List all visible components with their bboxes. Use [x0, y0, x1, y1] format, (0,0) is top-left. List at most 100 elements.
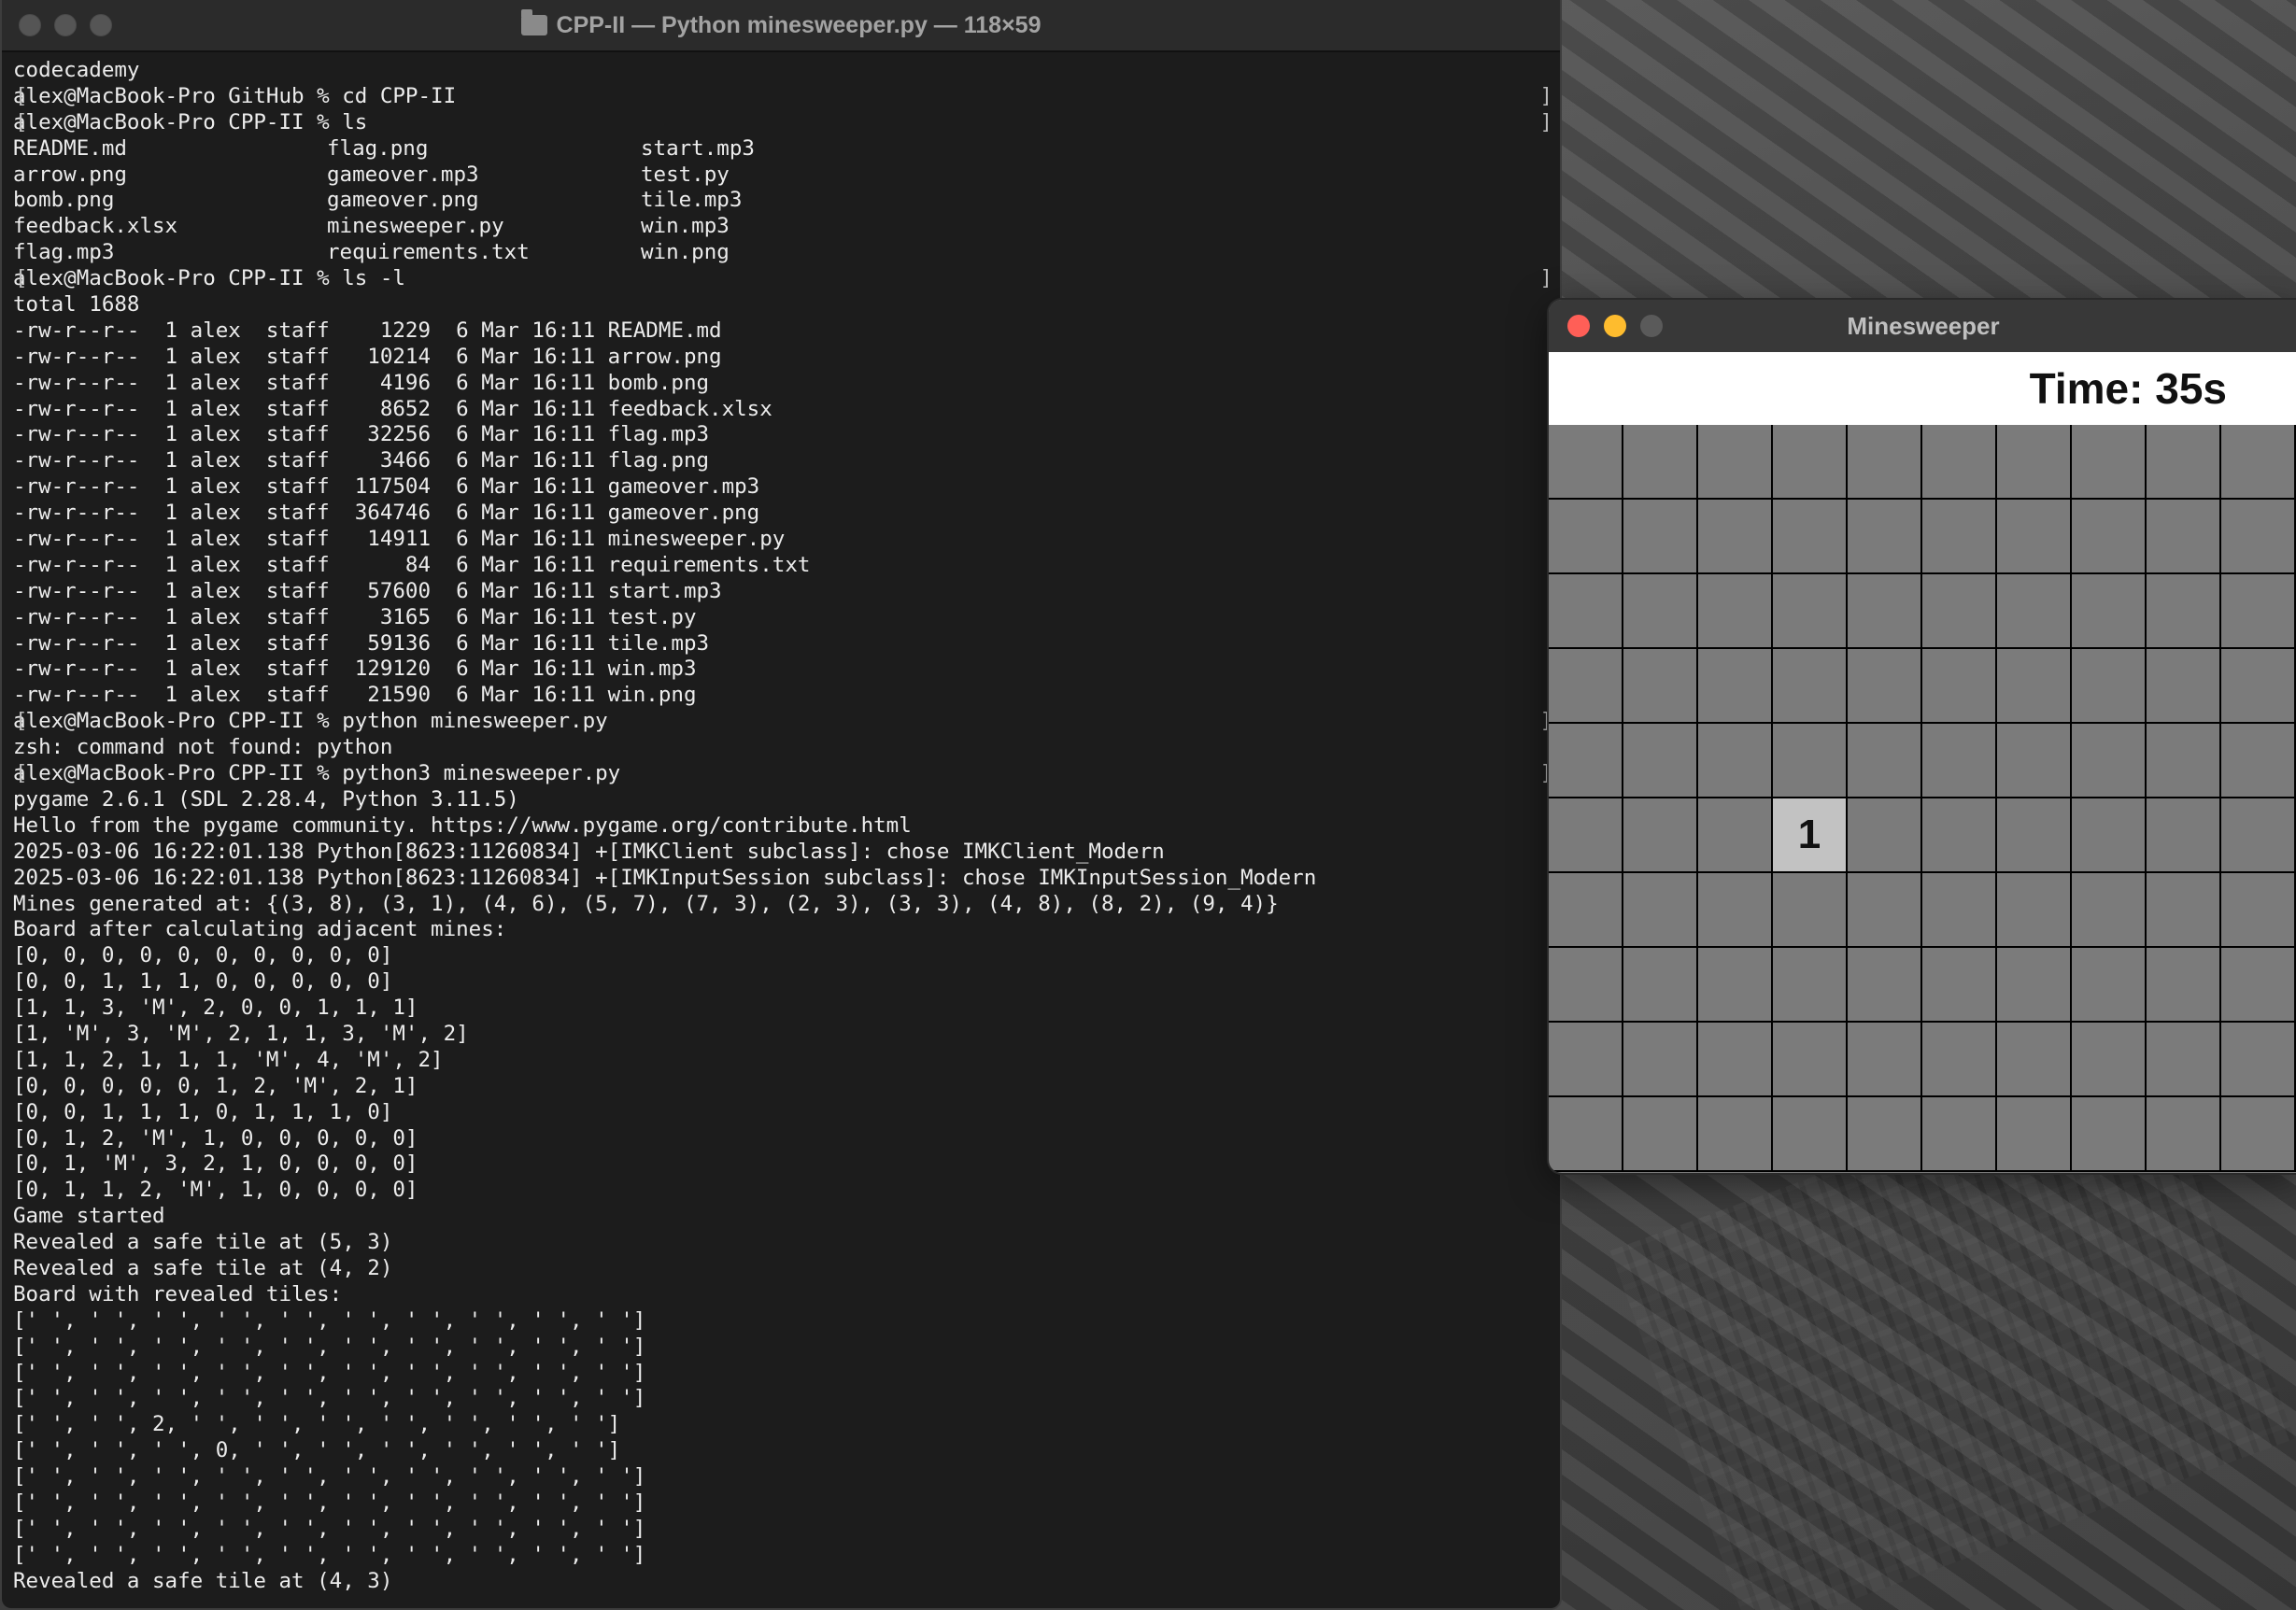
- hidden-tile[interactable]: [2072, 948, 2147, 1023]
- hidden-tile[interactable]: [1623, 873, 1698, 948]
- hidden-tile[interactable]: [1773, 574, 1848, 649]
- hidden-tile[interactable]: [1773, 948, 1848, 1023]
- hidden-tile[interactable]: [2147, 1023, 2221, 1097]
- hidden-tile[interactable]: [1623, 500, 1698, 574]
- hidden-tile[interactable]: [1848, 649, 1922, 724]
- hidden-tile[interactable]: [1549, 500, 1623, 574]
- hidden-tile[interactable]: [1997, 500, 2072, 574]
- hidden-tile[interactable]: [1698, 500, 1773, 574]
- hidden-tile[interactable]: [1848, 500, 1922, 574]
- hidden-tile[interactable]: [2221, 425, 2296, 500]
- hidden-tile[interactable]: [2147, 1097, 2221, 1172]
- hidden-tile[interactable]: [2072, 1097, 2147, 1172]
- hidden-tile[interactable]: [1848, 1097, 1922, 1172]
- hidden-tile[interactable]: [2221, 873, 2296, 948]
- hidden-tile[interactable]: [1549, 1097, 1623, 1172]
- hidden-tile[interactable]: [1997, 873, 2072, 948]
- hidden-tile[interactable]: [1922, 574, 1997, 649]
- hidden-tile[interactable]: [2221, 948, 2296, 1023]
- hidden-tile[interactable]: [1997, 798, 2072, 873]
- hidden-tile[interactable]: [1922, 500, 1997, 574]
- hidden-tile[interactable]: [1997, 1023, 2072, 1097]
- hidden-tile[interactable]: [1623, 574, 1698, 649]
- hidden-tile[interactable]: [1773, 649, 1848, 724]
- hidden-tile[interactable]: [2147, 425, 2221, 500]
- hidden-tile[interactable]: [2147, 649, 2221, 724]
- hidden-tile[interactable]: [2221, 724, 2296, 798]
- hidden-tile[interactable]: [1922, 425, 1997, 500]
- hidden-tile[interactable]: [2147, 948, 2221, 1023]
- hidden-tile[interactable]: [1848, 425, 1922, 500]
- hidden-tile[interactable]: [1698, 948, 1773, 1023]
- hidden-tile[interactable]: [2221, 798, 2296, 873]
- hidden-tile[interactable]: [1773, 1097, 1848, 1172]
- hidden-tile[interactable]: [1848, 724, 1922, 798]
- hidden-tile[interactable]: [1623, 425, 1698, 500]
- minesweeper-titlebar[interactable]: Minesweeper: [1549, 300, 2296, 352]
- hidden-tile[interactable]: [1623, 649, 1698, 724]
- hidden-tile[interactable]: [2221, 1097, 2296, 1172]
- hidden-tile[interactable]: [2147, 574, 2221, 649]
- hidden-tile[interactable]: [1549, 873, 1623, 948]
- hidden-tile[interactable]: [1997, 649, 2072, 724]
- hidden-tile[interactable]: [1623, 798, 1698, 873]
- hidden-tile[interactable]: [2221, 649, 2296, 724]
- hidden-tile[interactable]: [1922, 948, 1997, 1023]
- hidden-tile[interactable]: [1623, 1097, 1698, 1172]
- hidden-tile[interactable]: [1773, 724, 1848, 798]
- zoom-button[interactable]: [1640, 315, 1663, 337]
- hidden-tile[interactable]: [1922, 649, 1997, 724]
- hidden-tile[interactable]: [1997, 724, 2072, 798]
- hidden-tile[interactable]: [2072, 649, 2147, 724]
- hidden-tile[interactable]: [1922, 724, 1997, 798]
- hidden-tile[interactable]: [2147, 724, 2221, 798]
- zoom-button[interactable]: [90, 14, 112, 36]
- hidden-tile[interactable]: [1698, 649, 1773, 724]
- hidden-tile[interactable]: [2147, 500, 2221, 574]
- hidden-tile[interactable]: [1848, 873, 1922, 948]
- hidden-tile[interactable]: [2072, 873, 2147, 948]
- hidden-tile[interactable]: [1997, 425, 2072, 500]
- hidden-tile[interactable]: [2072, 798, 2147, 873]
- hidden-tile[interactable]: [1848, 1023, 1922, 1097]
- hidden-tile[interactable]: [2072, 1023, 2147, 1097]
- hidden-tile[interactable]: [1773, 425, 1848, 500]
- hidden-tile[interactable]: [1549, 724, 1623, 798]
- hidden-tile[interactable]: [1922, 873, 1997, 948]
- hidden-tile[interactable]: [1549, 574, 1623, 649]
- close-button[interactable]: [1567, 315, 1590, 337]
- hidden-tile[interactable]: [1922, 1097, 1997, 1172]
- hidden-tile[interactable]: [1698, 724, 1773, 798]
- hidden-tile[interactable]: [1997, 948, 2072, 1023]
- hidden-tile[interactable]: [1549, 425, 1623, 500]
- hidden-tile[interactable]: [1997, 1097, 2072, 1172]
- hidden-tile[interactable]: [1549, 649, 1623, 724]
- minimize-button[interactable]: [54, 14, 77, 36]
- hidden-tile[interactable]: [2221, 1023, 2296, 1097]
- hidden-tile[interactable]: [1773, 1023, 1848, 1097]
- hidden-tile[interactable]: [2072, 724, 2147, 798]
- hidden-tile[interactable]: [2072, 425, 2147, 500]
- terminal-titlebar[interactable]: CPP-II — Python minesweeper.py — 118×59: [2, 0, 1560, 52]
- hidden-tile[interactable]: [2147, 798, 2221, 873]
- minimize-button[interactable]: [1604, 315, 1626, 337]
- hidden-tile[interactable]: [2221, 574, 2296, 649]
- terminal-output[interactable]: codecademyalex@MacBook-Pro GitHub % cd C…: [2, 52, 1560, 1595]
- hidden-tile[interactable]: [1848, 574, 1922, 649]
- hidden-tile[interactable]: [1698, 1023, 1773, 1097]
- close-button[interactable]: [19, 14, 41, 36]
- hidden-tile[interactable]: [1922, 798, 1997, 873]
- hidden-tile[interactable]: [1549, 798, 1623, 873]
- hidden-tile[interactable]: [2072, 574, 2147, 649]
- hidden-tile[interactable]: [1698, 1097, 1773, 1172]
- revealed-tile[interactable]: 1: [1773, 798, 1848, 873]
- hidden-tile[interactable]: [1848, 948, 1922, 1023]
- hidden-tile[interactable]: [1773, 873, 1848, 948]
- hidden-tile[interactable]: [1623, 1023, 1698, 1097]
- hidden-tile[interactable]: [1698, 425, 1773, 500]
- hidden-tile[interactable]: [1623, 724, 1698, 798]
- hidden-tile[interactable]: [1698, 798, 1773, 873]
- hidden-tile[interactable]: [1773, 500, 1848, 574]
- hidden-tile[interactable]: [1549, 1023, 1623, 1097]
- hidden-tile[interactable]: [2221, 500, 2296, 574]
